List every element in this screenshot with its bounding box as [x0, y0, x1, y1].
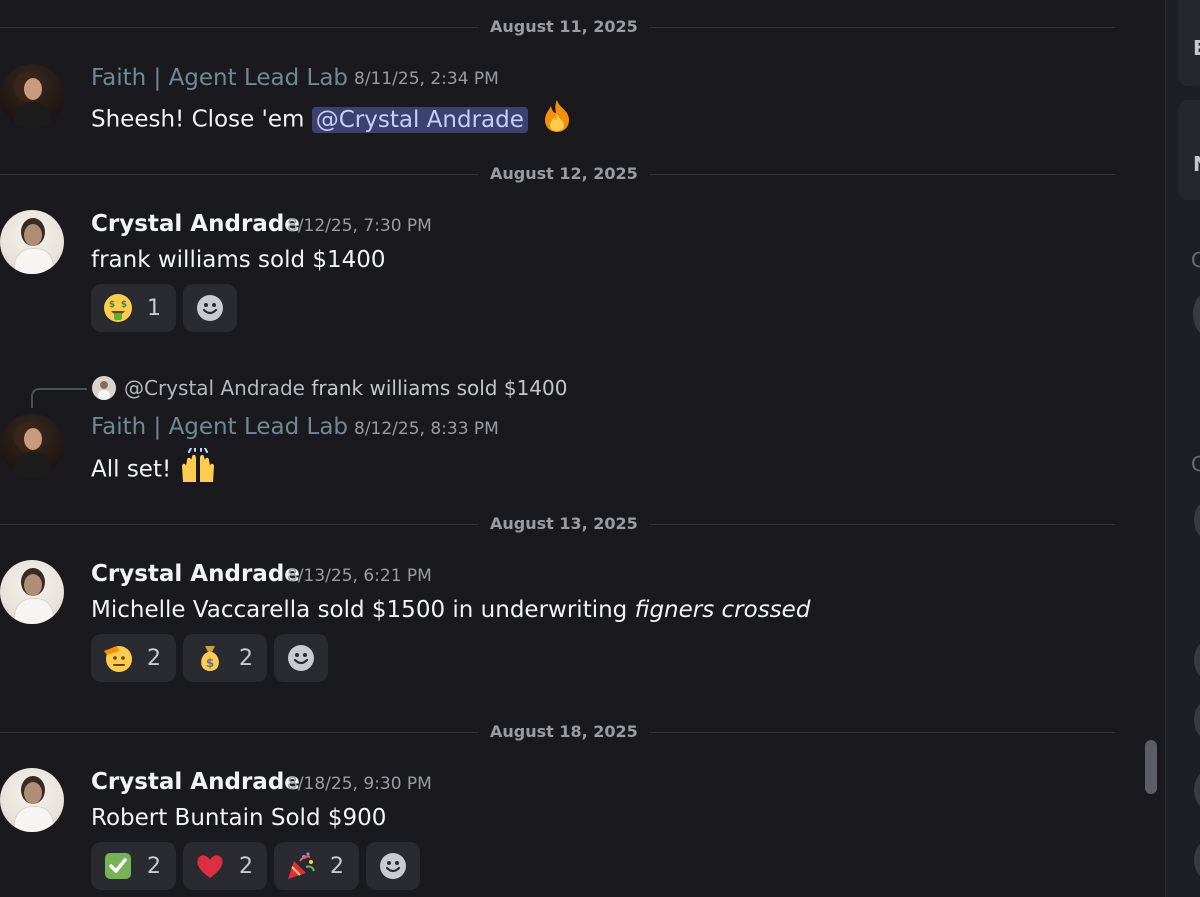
reply-connector — [31, 388, 87, 408]
message-timestamp: 8/18/25, 9:30 PM — [287, 774, 432, 794]
sidebar-section-label: C — [1191, 248, 1200, 272]
sidebar-card-label: E — [1193, 36, 1200, 60]
message-text: All set! — [91, 456, 179, 483]
reply-avatar[interactable] — [92, 376, 116, 400]
message-timestamp: 8/12/25, 7:30 PM — [287, 216, 432, 236]
message-author[interactable]: Faith | Agent Lead Lab — [91, 413, 348, 441]
message-timestamp: 8/13/25, 6:21 PM — [287, 566, 432, 586]
reply-preview[interactable]: @Crystal Andrade frank williams sold $14… — [124, 375, 567, 401]
member-avatar[interactable] — [1194, 640, 1200, 680]
message-content: All set! — [91, 447, 217, 492]
message-content: Sheesh! Close 'em @Crystal Andrade — [91, 98, 575, 142]
message-author[interactable]: Crystal Andrade — [91, 210, 300, 238]
message-text: frank williams sold $1400 — [91, 247, 386, 273]
reaction-saluting-face[interactable]: 2 — [91, 634, 176, 682]
user-mention[interactable]: @Crystal Andrade — [311, 106, 528, 133]
check-mark-button-icon — [103, 851, 133, 881]
party-popper-icon — [286, 851, 316, 881]
member-avatar[interactable] — [1194, 770, 1200, 810]
date-divider-label: August 18, 2025 — [478, 722, 650, 742]
chat-panel: August 11, 2025 Faith | Agent Lead Lab 8… — [0, 0, 1165, 897]
reaction-money-mouth-face[interactable]: $ $ 1 — [91, 284, 176, 332]
red-heart-icon — [195, 851, 225, 881]
member-avatar[interactable] — [1194, 840, 1200, 880]
message-text: Robert Buntain Sold $900 — [91, 805, 387, 831]
saluting-face-icon — [103, 643, 133, 673]
member-list-sidebar: E N C C — [1165, 0, 1200, 897]
message-timestamp: 8/12/25, 8:33 PM — [354, 419, 499, 439]
reaction-count: 2 — [239, 645, 253, 671]
fire-emoji-icon — [539, 98, 575, 142]
sidebar-section-label: C — [1191, 452, 1200, 476]
message-text: Sheesh! Close 'em — [91, 106, 312, 133]
reaction-count: 2 — [239, 853, 253, 879]
message-author[interactable]: Crystal Andrade — [91, 560, 300, 588]
svg-text:$: $ — [206, 656, 214, 670]
avatar[interactable] — [0, 560, 64, 624]
message-author[interactable]: Crystal Andrade — [91, 768, 300, 796]
message-content: Michelle Vaccarella sold $1500 in underw… — [91, 595, 810, 625]
reply-author[interactable]: @Crystal Andrade — [124, 376, 305, 400]
reaction-money-bag[interactable]: $ 2 — [183, 634, 267, 682]
svg-text:$: $ — [109, 300, 115, 310]
date-divider-label: August 13, 2025 — [478, 514, 650, 534]
raising-hands-icon — [179, 447, 217, 492]
reaction-party-popper[interactable]: 2 — [274, 842, 359, 890]
reaction-check-mark-button[interactable]: 2 — [91, 842, 176, 890]
member-avatar[interactable] — [1194, 500, 1200, 540]
reaction-count: 2 — [147, 645, 161, 671]
money-mouth-face-icon: $ $ — [103, 293, 133, 323]
avatar[interactable] — [0, 210, 64, 274]
message-text: Michelle Vaccarella sold $1500 in underw… — [91, 597, 635, 623]
reaction-red-heart[interactable]: 2 — [183, 842, 267, 890]
message-author[interactable]: Faith | Agent Lead Lab — [91, 64, 348, 92]
date-divider-label: August 11, 2025 — [478, 17, 650, 37]
add-reaction-button[interactable] — [183, 284, 237, 332]
svg-text:$: $ — [121, 300, 127, 310]
reply-snippet: frank williams sold $1400 — [311, 376, 568, 400]
smiley-icon — [197, 295, 223, 321]
reaction-count: 2 — [330, 853, 344, 879]
scrollbar-thumb[interactable] — [1145, 740, 1157, 794]
sidebar-card-label: N — [1193, 152, 1200, 176]
add-reaction-button[interactable] — [366, 842, 420, 890]
avatar[interactable] — [0, 768, 64, 832]
add-reaction-button[interactable] — [274, 634, 328, 682]
avatar[interactable] — [0, 414, 64, 478]
smiley-icon — [288, 645, 314, 671]
reaction-count: 1 — [147, 295, 161, 321]
member-avatar[interactable] — [1193, 292, 1200, 336]
money-bag-icon: $ — [195, 643, 225, 673]
member-avatar[interactable] — [1194, 700, 1200, 740]
date-divider-label: August 12, 2025 — [478, 164, 650, 184]
message-italic-text: figners crossed — [634, 597, 811, 623]
smiley-icon — [380, 853, 406, 879]
reaction-count: 2 — [147, 853, 161, 879]
message-timestamp: 8/11/25, 2:34 PM — [354, 69, 499, 89]
sidebar-card[interactable] — [1178, 100, 1200, 200]
avatar[interactable] — [0, 64, 64, 128]
